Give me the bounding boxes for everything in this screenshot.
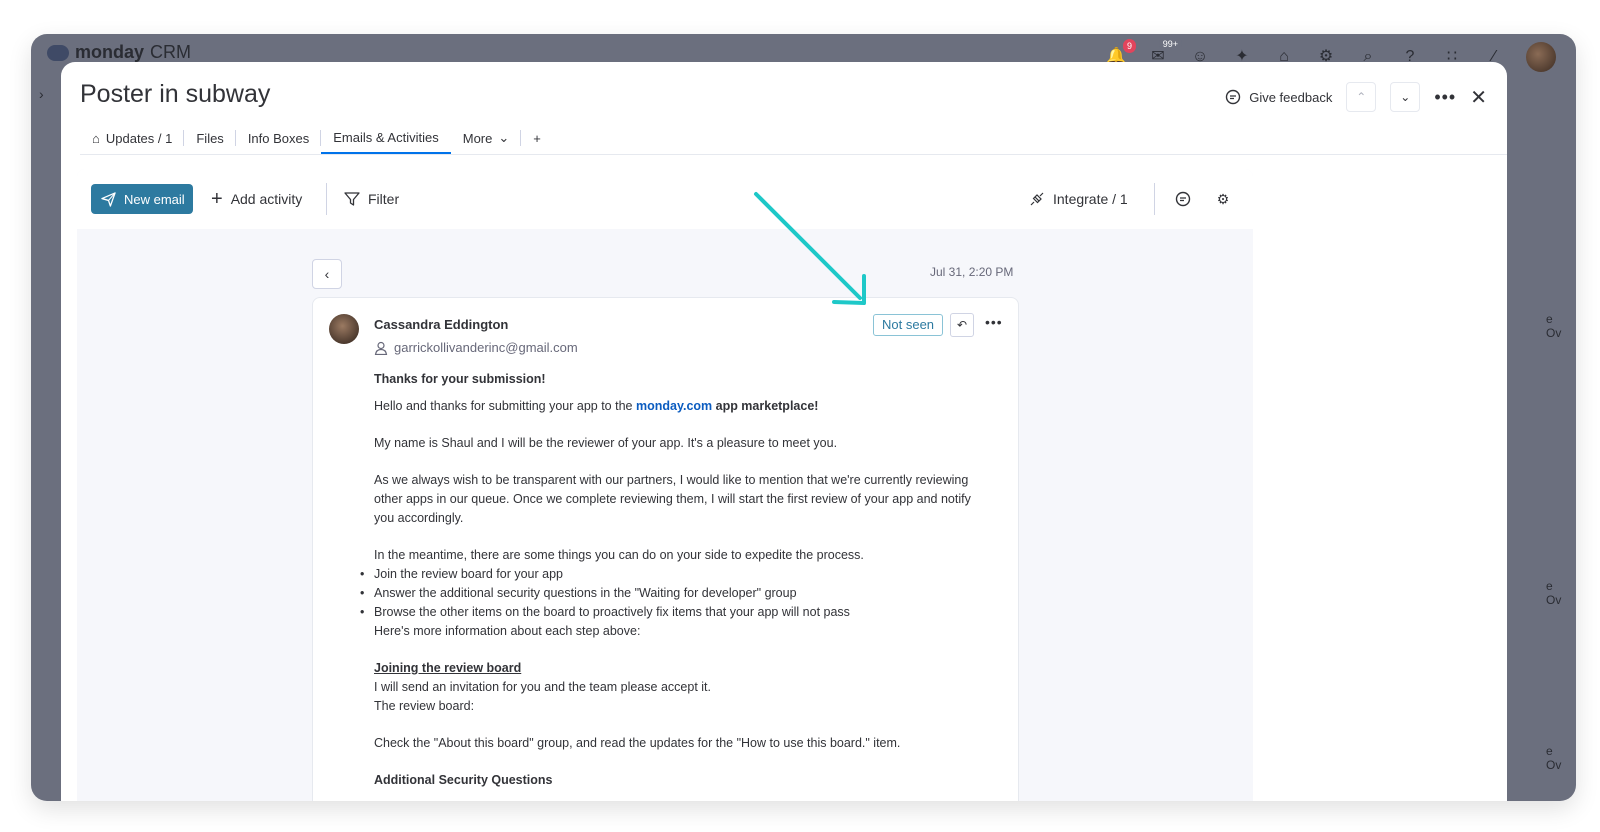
tab-bar: ⌂ Updates / 1 Files Info Boxes Emails & … <box>80 122 1507 155</box>
filter-icon <box>344 192 360 206</box>
chat-bubble-icon[interactable] <box>1172 188 1194 210</box>
email-review-board: The review board: <box>374 699 475 713</box>
list-item: Join the review board for your app <box>360 565 994 584</box>
steps-list: Join the review board for your app Answe… <box>360 565 994 622</box>
activity-toolbar: New email + Add activity Filter Integrat… <box>77 169 1253 229</box>
send-icon <box>101 191 116 207</box>
settings-gear-icon[interactable]: ⚙ <box>1212 188 1234 210</box>
section-heading: Additional Security Questions <box>374 773 553 787</box>
add-activity-label: Add activity <box>230 191 303 207</box>
email-transparency: As we always wish to be transparent with… <box>374 473 971 525</box>
email-date: Jul 31, 2:20 PM <box>930 265 1014 279</box>
tab-info-boxes-label: Info Boxes <box>247 130 310 146</box>
email-card: Cassandra Eddington garrickollivanderinc… <box>312 297 1019 801</box>
integrate-label: Integrate / 1 <box>1053 191 1128 207</box>
new-email-label: New email <box>124 191 185 207</box>
user-avatar[interactable] <box>1526 42 1556 72</box>
email-intro: My name is Shaul and I will be the revie… <box>374 436 838 450</box>
tab-more-label: More <box>462 130 493 146</box>
previous-item-button[interactable]: ⌃ <box>1346 82 1377 112</box>
tab-files[interactable]: Files <box>184 122 237 154</box>
email-more-options-icon[interactable]: ••• <box>985 314 1003 330</box>
email-check: Check the "About this board" group, and … <box>374 736 901 750</box>
email-invite: I will send an invitation for you and th… <box>374 680 711 694</box>
brand-name: monday <box>75 42 145 62</box>
list-item: Browse the other items on the board to p… <box>360 603 994 622</box>
filter-button[interactable]: Filter <box>344 184 399 214</box>
tab-updates-label: Updates / 1 <box>105 130 173 146</box>
greeting-start: Hello and thanks for submitting your app… <box>374 399 636 413</box>
header-actions: Give feedback ⌃ ⌄ ••• ✕ <box>1225 82 1487 112</box>
toolbar-divider <box>326 183 327 215</box>
reply-icon: ↶ <box>956 318 968 332</box>
add-view-label: + <box>533 130 541 146</box>
section-heading: Joining the review board <box>374 661 522 675</box>
add-activity-button[interactable]: + Add activity <box>211 184 302 214</box>
tab-info-boxes[interactable]: Info Boxes <box>236 122 322 154</box>
email-body: Thanks for your submission! Hello and th… <box>360 370 994 790</box>
home-icon: ⌂ <box>92 130 100 146</box>
brand-logo[interactable]: monday CRM <box>47 42 191 63</box>
chevron-down-icon: ⌄ <box>1400 90 1411 104</box>
tab-updates[interactable]: ⌂ Updates / 1 <box>80 122 185 154</box>
sender-avatar <box>329 314 359 344</box>
sender-email: garrickollivanderinc@gmail.com <box>394 340 578 355</box>
email-more-info: Here's more information about each step … <box>374 624 641 638</box>
person-icon <box>374 341 388 355</box>
item-panel: Poster in subway Give feedback ⌃ ⌄ ••• ✕… <box>61 62 1507 801</box>
chevron-down-icon: ⌄ <box>498 130 510 145</box>
plug-icon <box>1030 192 1044 206</box>
chevron-left-icon: ‹ <box>324 266 330 282</box>
filter-label: Filter <box>368 191 400 207</box>
more-options-icon[interactable]: ••• <box>1434 87 1456 108</box>
tab-files-label: Files <box>196 130 224 146</box>
email-greeting: Hello and thanks for submitting your app… <box>374 397 994 416</box>
tab-more[interactable]: More ⌄ <box>451 122 522 154</box>
greeting-end: app marketplace! <box>712 399 819 413</box>
plus-icon: + <box>211 187 223 210</box>
integrate-button[interactable]: Integrate / 1 <box>1029 184 1128 214</box>
next-item-button[interactable]: ⌄ <box>1390 82 1421 112</box>
give-feedback-label: Give feedback <box>1249 89 1333 105</box>
board-label: e Ov <box>1546 579 1562 607</box>
sidebar-expand-icon[interactable]: › <box>39 86 44 102</box>
item-title[interactable]: Poster in subway <box>80 80 270 109</box>
tab-emails-activities-label: Emails & Activities <box>333 129 439 145</box>
notifications-badge: 9 <box>1122 39 1136 53</box>
read-status-badge: Not seen <box>873 314 944 336</box>
toolbar-divider <box>1154 183 1155 215</box>
inbox-badge: 99+ <box>1158 37 1182 51</box>
emails-activities-card: New email + Add activity Filter Integrat… <box>77 169 1253 801</box>
monday-link[interactable]: monday.com <box>636 399 712 413</box>
chevron-up-icon: ⌃ <box>1356 90 1367 104</box>
feedback-bubble-icon <box>1226 89 1241 105</box>
reply-button[interactable]: ↶ <box>950 313 974 337</box>
monday-logo-icon <box>47 44 69 61</box>
tab-emails-activities[interactable]: Emails & Activities <box>321 122 451 154</box>
board-label: e Ov <box>1546 744 1562 772</box>
back-button[interactable]: ‹ <box>312 259 342 289</box>
new-email-button[interactable]: New email <box>91 184 193 214</box>
close-icon[interactable]: ✕ <box>1470 85 1487 110</box>
list-item: Answer the additional security questions… <box>360 584 994 603</box>
brand-suffix: CRM <box>150 42 192 62</box>
sender-name: Cassandra Eddington <box>374 317 509 332</box>
app-window: monday CRM 🔔 9 ✉ 99+ ☺ ✦ ⌂ ⚙ ⌕ ? ∷ ∕ › e O… <box>31 34 1576 801</box>
background-board-strip: e Ov e Ov e Ov <box>1546 74 1576 801</box>
board-label: e Ov <box>1546 312 1562 340</box>
give-feedback-button[interactable]: Give feedback <box>1225 89 1332 105</box>
sender-email-row: garrickollivanderinc@gmail.com <box>374 340 578 355</box>
email-subject: Thanks for your submission! <box>374 372 546 386</box>
add-view-button[interactable]: + <box>521 122 553 154</box>
email-meantime: In the meantime, there are some things y… <box>374 548 864 562</box>
